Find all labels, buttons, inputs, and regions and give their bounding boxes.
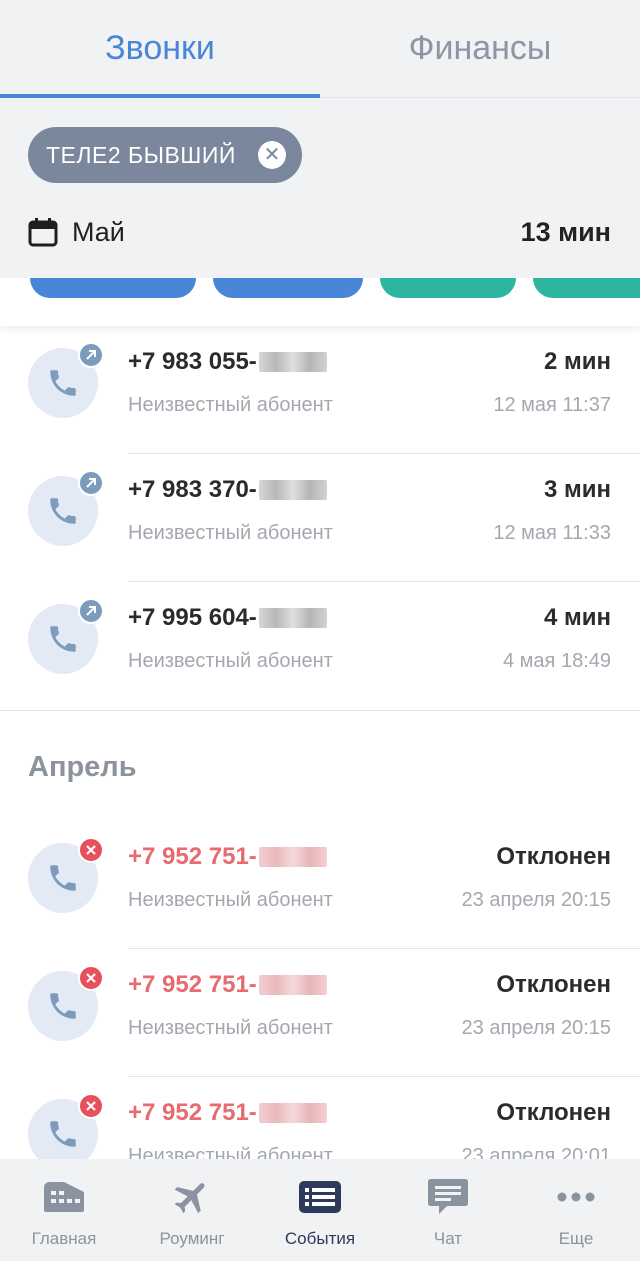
call-subtitle: Неизвестный абонент [128, 650, 333, 672]
nav-more-label: Еще [558, 1229, 594, 1248]
nav-more[interactable]: Еще [512, 1159, 640, 1261]
tab-calls[interactable]: Звонки [0, 0, 320, 98]
operator-filter-chip[interactable]: ТЕЛЕ2 БЫВШИЙ ✕ [28, 127, 302, 183]
call-row[interactable]: +7 983 370- Неизвестный абонент 3 мин 12… [0, 454, 640, 582]
bottom-navigation: Главная Роуминг События Чат Еще [0, 1159, 640, 1261]
outgoing-arrow-icon [78, 342, 104, 368]
home-grid-icon [40, 1175, 88, 1219]
top-tabs: Звонки Финансы [0, 0, 640, 98]
airplane-icon [168, 1175, 216, 1219]
nav-chat[interactable]: Чат [384, 1159, 512, 1261]
call-row[interactable]: +7 995 604- Неизвестный абонент 4 мин 4 … [0, 582, 640, 710]
call-duration: 3 мин [543, 476, 611, 503]
call-datetime: 12 мая 11:37 [493, 394, 611, 416]
nav-home[interactable]: Главная [0, 1159, 128, 1261]
call-subtitle: Неизвестный абонент [128, 394, 333, 416]
more-dots-icon [552, 1175, 600, 1219]
call-number: +7 995 604- [128, 604, 327, 632]
period-total: 13 мин [520, 216, 611, 247]
tab-calls-label: Звонки [105, 29, 215, 67]
period-month: Май [72, 216, 125, 247]
call-row[interactable]: +7 952 751- Неизвестный абонент Отклонен… [0, 821, 640, 949]
call-number: +7 983 055- [128, 348, 327, 376]
call-datetime: 23 апреля 20:15 [461, 1017, 611, 1039]
tab-finance[interactable]: Финансы [320, 0, 640, 97]
call-number: +7 952 751- [128, 971, 327, 999]
outgoing-arrow-icon [78, 470, 104, 496]
period-row[interactable]: Май 13 мин [28, 210, 611, 254]
call-list: +7 983 055- Неизвестный абонент 2 мин 12… [0, 326, 640, 1205]
outgoing-arrow-icon [78, 598, 104, 624]
rejected-x-icon [78, 837, 104, 863]
call-datetime: 12 мая 11:33 [493, 522, 611, 544]
call-status: Отклонен [496, 1099, 611, 1126]
call-row[interactable]: +7 952 751- Неизвестный абонент Отклонен… [0, 949, 640, 1077]
call-row[interactable]: +7 983 055- Неизвестный абонент 2 мин 12… [0, 326, 640, 454]
call-number: +7 952 751- [128, 843, 327, 871]
close-icon[interactable]: ✕ [258, 141, 286, 169]
call-status: Отклонен [496, 971, 611, 998]
chat-icon [424, 1175, 472, 1219]
call-subtitle: Неизвестный абонент [128, 522, 333, 544]
tab-finance-label: Финансы [408, 29, 552, 67]
nav-events[interactable]: События [256, 1159, 384, 1261]
nav-roaming-label: Роуминг [159, 1229, 225, 1248]
rejected-x-icon [78, 1093, 104, 1119]
filter-panel: ТЕЛЕ2 БЫВШИЙ ✕ Май 13 мин [0, 98, 640, 278]
operator-filter-label: ТЕЛЕ2 БЫВШИЙ [46, 141, 236, 168]
rejected-x-icon [78, 965, 104, 991]
events-list-icon [296, 1175, 344, 1219]
call-number: +7 952 751- [128, 1099, 327, 1127]
nav-roaming[interactable]: Роуминг [128, 1159, 256, 1261]
nav-home-label: Главная [31, 1229, 97, 1248]
section-header-april: Апрель [28, 751, 137, 783]
call-number: +7 983 370- [128, 476, 327, 504]
call-duration: 4 мин [543, 604, 611, 631]
call-subtitle: Неизвестный абонент [128, 1017, 333, 1039]
call-datetime: 23 апреля 20:15 [461, 889, 611, 911]
call-status: Отклонен [496, 843, 611, 870]
call-datetime: 4 мая 18:49 [503, 650, 611, 672]
nav-chat-label: Чат [433, 1229, 463, 1248]
call-duration: 2 мин [543, 348, 611, 375]
call-subtitle: Неизвестный абонент [128, 889, 333, 911]
calendar-icon [28, 218, 58, 247]
nav-events-label: События [284, 1229, 356, 1248]
